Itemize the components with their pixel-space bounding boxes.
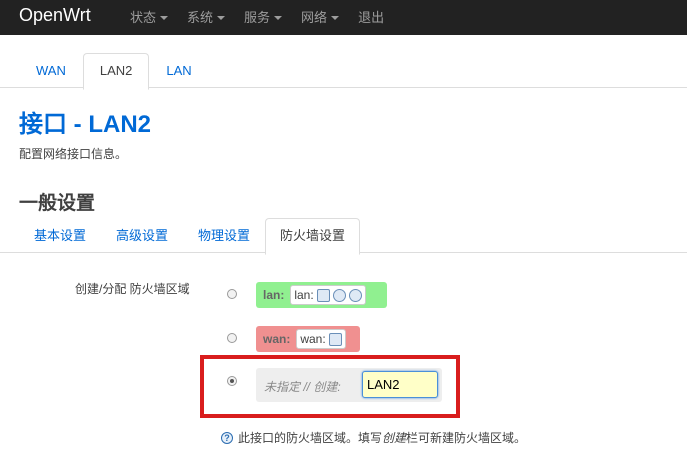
wifi-icon <box>348 288 362 302</box>
caret-down-icon <box>274 16 283 20</box>
tab-wan[interactable]: WAN <box>19 53 83 89</box>
tab-physical-settings[interactable]: 物理设置 <box>183 218 265 254</box>
page-description: 配置网络接口信息。 <box>19 147 128 161</box>
zone-wan-name: wan: <box>263 332 291 346</box>
brand-logo[interactable]: OpenWrt <box>19 5 91 25</box>
help-icon: ? <box>221 431 233 444</box>
menu-logout[interactable]: 退出 <box>358 0 384 35</box>
help-text-emphasis: 创建 <box>382 431 407 445</box>
network-icon <box>316 288 330 302</box>
caret-down-icon <box>331 16 340 20</box>
interface-tabs: WAN LAN2 LAN <box>19 53 209 90</box>
menu-status-label: 状态 <box>130 9 157 25</box>
highlight-annotation-box <box>200 355 460 418</box>
menu-network[interactable]: 网络 <box>301 0 340 35</box>
settings-tabs: 基本设置 高级设置 物理设置 防火墙设置 <box>19 218 361 255</box>
tab-lan2[interactable]: LAN2 <box>82 53 150 90</box>
tab-advanced-settings[interactable]: 高级设置 <box>101 218 183 254</box>
tab-basic-settings[interactable]: 基本设置 <box>19 218 101 254</box>
zone-lan-member-label: lan: <box>294 288 314 302</box>
caret-down-icon <box>160 16 169 20</box>
zone-wan-badge[interactable]: wan: wan: <box>256 326 360 352</box>
menu-services[interactable]: 服务 <box>244 0 283 35</box>
menu-network-label: 网络 <box>301 9 328 25</box>
help-text-part2: 栏可新建防火墙区域。 <box>406 431 527 445</box>
wifi-icon <box>332 288 346 302</box>
zone-lan-badge[interactable]: lan: lan: <box>256 282 387 308</box>
zone-wan-members: wan: <box>296 329 346 349</box>
caret-down-icon <box>217 16 226 20</box>
zone-wan-radio[interactable] <box>227 333 237 343</box>
zone-lan-radio[interactable] <box>227 289 237 299</box>
tab-lan[interactable]: LAN <box>149 53 208 89</box>
help-text: ? 此接口的防火墙区域。填写 创建 栏可新建防火墙区域。 <box>221 429 526 446</box>
ethernet-icon <box>328 332 342 346</box>
menu-system[interactable]: 系统 <box>187 0 226 35</box>
menu-system-label: 系统 <box>187 9 214 25</box>
menu-logout-label: 退出 <box>358 9 385 25</box>
main-menu: 状态 系统 服务 网络 退出 <box>130 0 403 35</box>
page-title: 接口 - LAN2 <box>19 111 151 138</box>
firewall-zone-label: 创建/分配 防火墙区域 <box>75 282 190 296</box>
section-title: 一般设置 <box>19 193 96 214</box>
menu-status[interactable]: 状态 <box>130 0 169 35</box>
tab-firewall-settings[interactable]: 防火墙设置 <box>265 218 361 255</box>
zone-lan-members: lan: <box>290 285 366 305</box>
zone-lan-name: lan: <box>263 288 285 302</box>
zone-wan-member-label: wan: <box>300 332 326 346</box>
menu-services-label: 服务 <box>244 9 271 25</box>
help-text-part1: 此接口的防火墙区域。填写 <box>238 431 383 445</box>
top-navbar: OpenWrt 状态 系统 服务 网络 退出 <box>0 0 687 35</box>
